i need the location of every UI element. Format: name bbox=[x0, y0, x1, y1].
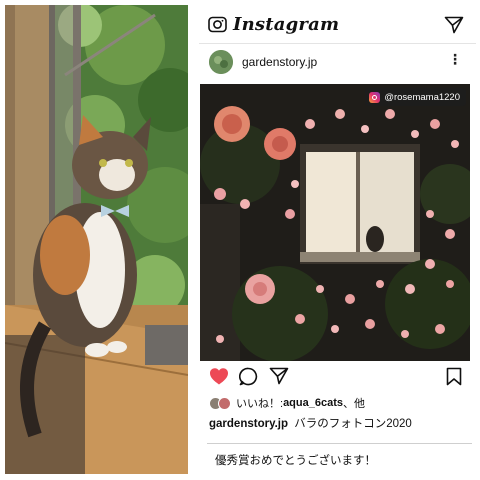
post-actions bbox=[195, 366, 480, 388]
top-bar-divider bbox=[199, 43, 476, 44]
more-options-icon[interactable]: ⋮ bbox=[448, 52, 462, 66]
instagram-icon bbox=[369, 91, 381, 103]
post-header: gardenstory.jp ⋮ bbox=[195, 48, 480, 78]
tagged-username: @rosemama1220 bbox=[384, 91, 460, 103]
likes-suffix: 、他 bbox=[343, 398, 365, 410]
share-paper-plane-icon[interactable] bbox=[269, 367, 289, 390]
top-bar: Instagram bbox=[195, 8, 480, 44]
caption-text: バラのフォトコン2020 bbox=[294, 418, 412, 430]
post-username[interactable]: gardenstory.jp bbox=[242, 55, 317, 69]
likes-line: いいね！: aqua_6cats 、他 bbox=[209, 395, 365, 411]
post-image[interactable]: @rosemama1220 bbox=[200, 84, 470, 361]
comment-text: 優秀賞おめでとうございます！ bbox=[215, 455, 376, 467]
like-heart-icon[interactable] bbox=[209, 367, 229, 391]
avatar[interactable] bbox=[209, 50, 233, 74]
camera-icon[interactable] bbox=[208, 16, 227, 38]
likes-prefix: いいね！: bbox=[236, 398, 284, 410]
paper-plane-icon[interactable] bbox=[444, 16, 464, 39]
post-caption: gardenstory.jp バラのフォトコン2020 bbox=[209, 415, 412, 431]
app-logo: Instagram bbox=[233, 14, 340, 35]
cat-photo bbox=[5, 5, 188, 474]
instagram-post-screen: Instagram gardenstory.jp ⋮ @rosemama1220… bbox=[195, 0, 480, 480]
comment-icon[interactable] bbox=[238, 367, 258, 391]
bookmark-icon[interactable] bbox=[446, 367, 462, 391]
tagged-user-chip[interactable]: @rosemama1220 bbox=[365, 88, 466, 106]
liker-username[interactable]: aqua_6cats bbox=[283, 397, 343, 409]
caption-username[interactable]: gardenstory.jp bbox=[209, 418, 288, 430]
comment-divider bbox=[207, 443, 472, 444]
liker-avatar bbox=[218, 396, 231, 410]
